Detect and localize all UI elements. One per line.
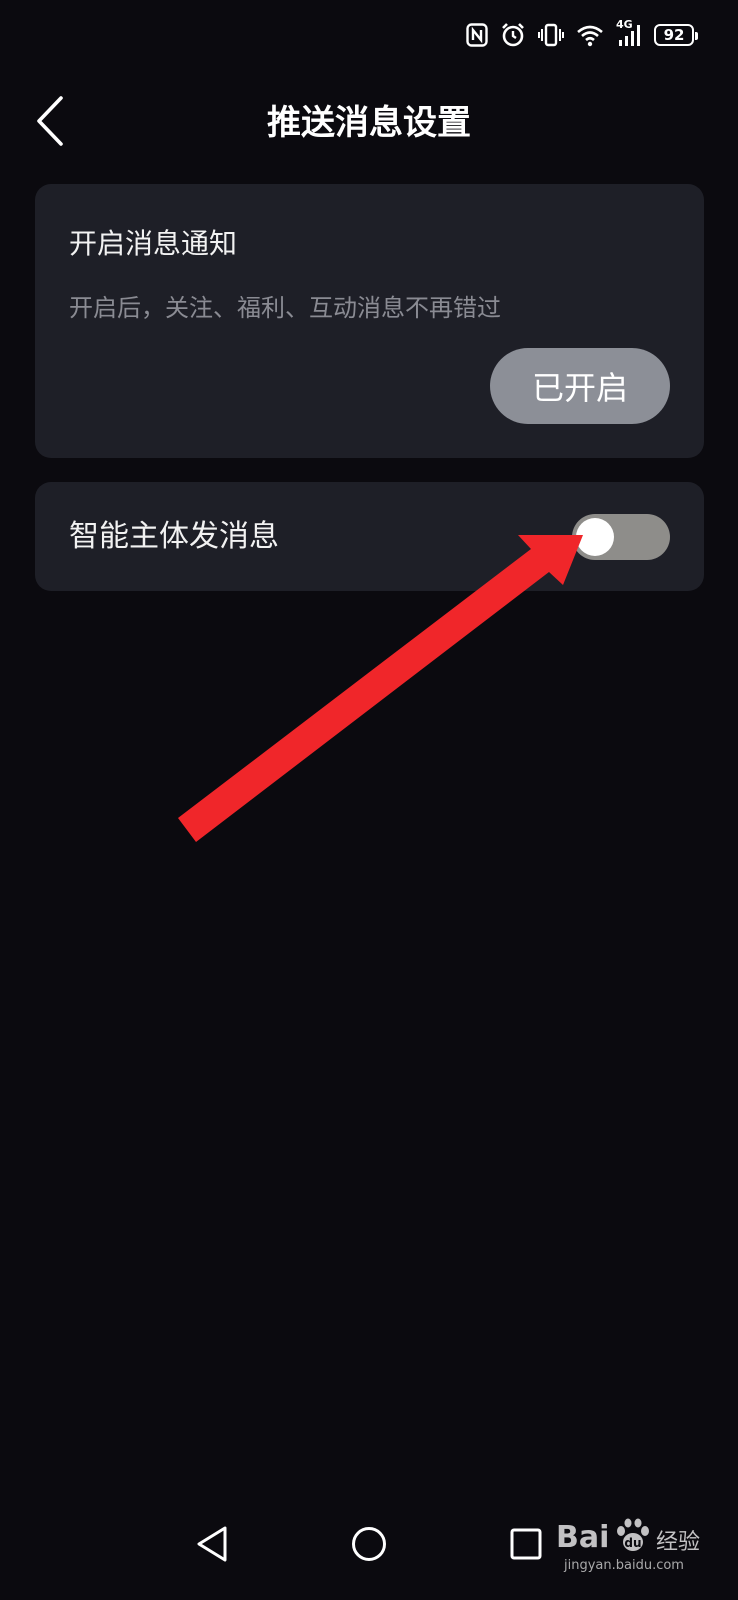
page-title: 推送消息设置	[267, 103, 471, 143]
header: 推送消息设置	[0, 86, 738, 160]
notification-settings-card: 开启消息通知 开启后，关注、福利、互动消息不再错过 已开启	[35, 184, 704, 458]
paw-icon: du	[614, 1518, 652, 1558]
nav-back-button[interactable]	[186, 1520, 238, 1572]
baidu-jingyan-watermark: Bai du 经验 jingyan.baidu.com	[552, 1512, 702, 1582]
agent-message-label: 智能主体发消息	[69, 519, 279, 554]
square-recent-icon	[510, 1528, 542, 1564]
status-bar: 4G 92	[0, 0, 738, 70]
network-type-label: 4G	[616, 18, 633, 31]
notification-description: 开启后，关注、福利、互动消息不再错过	[69, 294, 501, 322]
nav-recent-apps-button[interactable]	[500, 1520, 552, 1572]
agent-message-card: 智能主体发消息	[35, 482, 704, 591]
watermark-url: jingyan.baidu.com	[564, 1558, 684, 1573]
alarm-icon	[500, 22, 526, 48]
toggle-knob	[576, 518, 614, 556]
navigation-bar: Bai du 经验 jingyan.baidu.com	[0, 1490, 738, 1600]
watermark-brand: Bai	[556, 1520, 610, 1555]
battery-level: 92	[663, 26, 685, 44]
wifi-icon	[576, 23, 604, 47]
battery-icon: 92	[654, 24, 698, 46]
circle-home-icon	[351, 1526, 387, 1566]
notification-enabled-button[interactable]: 已开启	[490, 348, 670, 424]
notification-title: 开启消息通知	[69, 227, 238, 260]
triangle-back-icon	[195, 1525, 229, 1567]
vibrate-icon	[538, 23, 564, 47]
nav-home-button[interactable]	[343, 1520, 395, 1572]
back-button[interactable]	[24, 94, 76, 152]
watermark-suffix: 经验	[656, 1530, 701, 1555]
chevron-left-icon	[35, 95, 65, 151]
cellular-signal-icon: 4G	[616, 18, 642, 48]
agent-message-toggle[interactable]	[572, 514, 670, 560]
svg-text:du: du	[624, 1536, 641, 1550]
nfc-icon	[466, 23, 488, 47]
status-icons: 4G 92	[466, 18, 698, 50]
